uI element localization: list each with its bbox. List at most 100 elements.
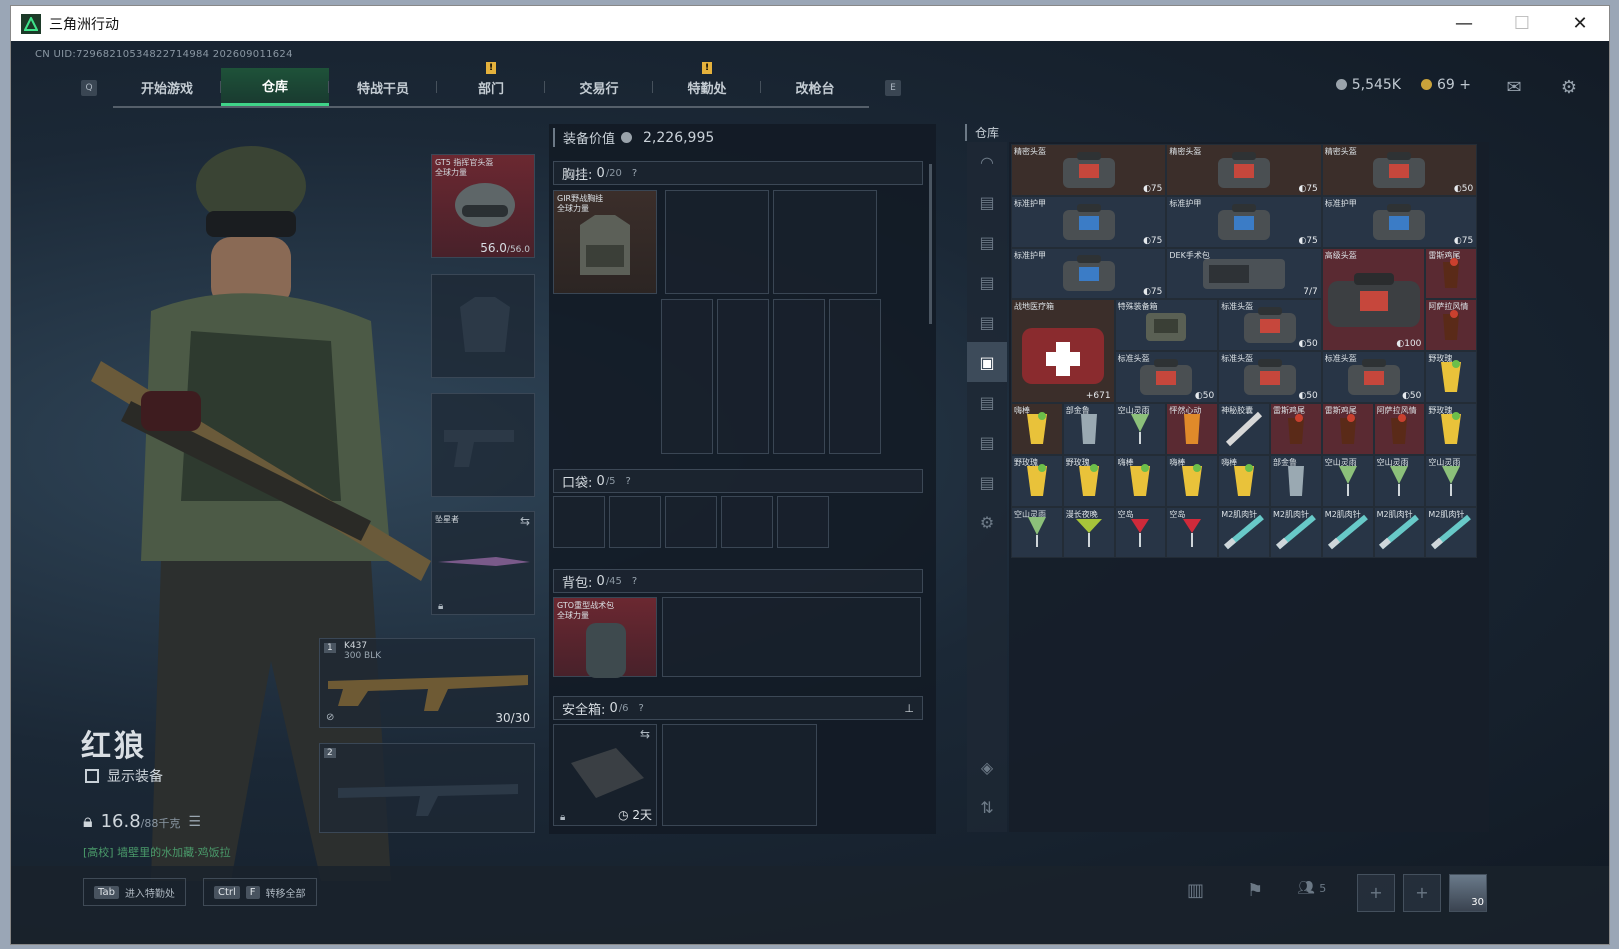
settings-gear-icon[interactable]: ⚙: [1557, 77, 1581, 98]
nav-tab-3[interactable]: 部门!: [437, 62, 545, 106]
category-3-icon[interactable]: ▤: [967, 262, 1007, 302]
warehouse-settings-icon[interactable]: ⚙: [967, 502, 1007, 542]
category-8-icon[interactable]: ▤: [967, 462, 1007, 502]
warehouse-item[interactable]: 空山灵雨: [1373, 454, 1426, 507]
secondary-weapon-slot[interactable]: 2: [319, 743, 535, 833]
warehouse-item[interactable]: 野玫瑰: [1425, 403, 1478, 455]
close-button[interactable]: ✕: [1551, 6, 1609, 41]
warehouse-item[interactable]: 标准头盔 ◐50: [1114, 351, 1219, 403]
warehouse-item[interactable]: DEK手术包 7/7: [1166, 247, 1322, 300]
backpack-storage[interactable]: [662, 597, 921, 677]
layers-icon[interactable]: ◈: [967, 747, 1007, 787]
warehouse-item[interactable]: 嗨棒: [1218, 454, 1270, 507]
warehouse-item[interactable]: 怦然心动: [1166, 403, 1219, 455]
warehouse-item[interactable]: 漫长夜晚: [1062, 506, 1115, 559]
category-helmet-icon[interactable]: ◠: [967, 142, 1007, 182]
warehouse-item[interactable]: 精密头盔 ◐75: [1166, 144, 1322, 196]
enter-special-ops-button[interactable]: Tab 进入特勤处: [83, 878, 186, 906]
warehouse-item[interactable]: 标准护甲 ◐75: [1166, 195, 1322, 248]
help-icon[interactable]: ?: [632, 168, 637, 179]
category-1-icon[interactable]: ▤: [967, 182, 1007, 222]
warehouse-item[interactable]: 嗨棒: [1011, 403, 1063, 455]
category-7-icon[interactable]: ▤: [967, 422, 1007, 462]
player-avatar[interactable]: 30: [1449, 874, 1487, 912]
nav-tab-5[interactable]: 特勤处!: [653, 62, 761, 106]
helmet-slot[interactable]: GT5 指挥官头盔 全球力量 56.0/56.0: [431, 154, 535, 258]
warehouse-item[interactable]: 标准护甲 ◐75: [1011, 247, 1167, 300]
chest-cell[interactable]: [773, 299, 825, 454]
warehouse-item[interactable]: 精密头盔 ◐75: [1011, 144, 1167, 196]
warehouse-item[interactable]: 野玫瑰: [1425, 351, 1478, 403]
maximize-button[interactable]: ☐: [1493, 6, 1551, 41]
warehouse-item[interactable]: 神秘胶囊: [1218, 403, 1270, 455]
invite-slot-2[interactable]: +: [1403, 874, 1441, 912]
swap-icon[interactable]: ⇆: [520, 514, 530, 528]
help-icon[interactable]: ?: [639, 703, 644, 714]
warehouse-item[interactable]: 嗨棒: [1166, 454, 1219, 507]
minimize-button[interactable]: —: [1435, 6, 1493, 41]
mail-icon[interactable]: ✉: [1502, 77, 1526, 98]
invite-slot-1[interactable]: +: [1357, 874, 1395, 912]
pocket-cell[interactable]: [553, 496, 605, 548]
warehouse-item[interactable]: 空山灵雨: [1114, 403, 1167, 455]
warehouse-item[interactable]: 雷斯鸡尾: [1270, 403, 1322, 455]
warehouse-item[interactable]: M2肌肉针: [1218, 506, 1270, 559]
warehouse-item[interactable]: 标准头盔 ◐50: [1218, 299, 1322, 352]
warehouse-item[interactable]: M2肌肉针: [1321, 506, 1374, 559]
warehouse-item[interactable]: 嗨棒: [1114, 454, 1167, 507]
loadout-scrollbar[interactable]: [929, 164, 932, 324]
show-equipment-checkbox[interactable]: [85, 769, 99, 783]
warehouse-item[interactable]: 标准头盔 ◐50: [1321, 351, 1426, 403]
warehouse-item[interactable]: 部金鲁: [1270, 454, 1322, 507]
warehouse-item[interactable]: 空岛: [1114, 506, 1167, 559]
nav-next-key[interactable]: E: [885, 80, 901, 96]
category-4-icon[interactable]: ▤: [967, 302, 1007, 342]
help-icon[interactable]: ?: [632, 576, 637, 587]
chest-cell[interactable]: [773, 190, 877, 294]
safebox-item[interactable]: ⇆ 🔒︎ ◷ 2天: [553, 724, 657, 826]
nav-tab-0[interactable]: 开始游戏: [113, 68, 221, 106]
category-6-icon[interactable]: ▤: [967, 382, 1007, 422]
transfer-all-button[interactable]: Ctrl F 转移全部: [203, 878, 317, 906]
help-icon[interactable]: ?: [626, 476, 631, 487]
warehouse-item[interactable]: M2肌肉针: [1270, 506, 1322, 559]
category-2-icon[interactable]: ▤: [967, 222, 1007, 262]
warehouse-item[interactable]: 空山灵雨: [1321, 454, 1374, 507]
nav-tab-6[interactable]: 改枪台: [761, 68, 869, 106]
pistol-slot[interactable]: [431, 393, 535, 497]
warehouse-item[interactable]: 空山灵雨: [1425, 454, 1478, 507]
pin-icon[interactable]: ⊥: [904, 702, 914, 715]
warehouse-item[interactable]: 空山灵雨: [1011, 506, 1063, 559]
warehouse-item[interactable]: 阿萨拉风情: [1373, 403, 1426, 455]
warehouse-item[interactable]: 高级头盔 ◐100: [1321, 247, 1426, 352]
chest-rig-item[interactable]: GIR野战胸挂 全球力量: [553, 190, 657, 294]
nav-tab-1[interactable]: 仓库: [221, 68, 329, 106]
sort-icon[interactable]: ⇅: [967, 787, 1007, 827]
weight-details-icon[interactable]: ☰: [188, 814, 201, 830]
primary-weapon-slot[interactable]: 1 K437 300 BLK ⊘ 30/30: [319, 638, 535, 728]
warehouse-item[interactable]: 野玫瑰: [1011, 454, 1063, 507]
chest-cell[interactable]: [717, 299, 769, 454]
chest-cell[interactable]: [665, 190, 769, 294]
nav-tab-4[interactable]: 交易行: [545, 68, 653, 106]
show-equipment-toggle[interactable]: 显示装备: [85, 766, 163, 786]
melee-slot[interactable]: 坠星者 ⇆ 🔒︎: [431, 511, 535, 615]
warehouse-item[interactable]: 特殊装备箱: [1114, 299, 1219, 352]
pocket-cell[interactable]: [609, 496, 661, 548]
safebox-swap-icon[interactable]: ⇆: [640, 727, 650, 741]
warehouse-item[interactable]: 标准护甲 ◐75: [1321, 195, 1478, 248]
warehouse-item[interactable]: M2肌肉针: [1425, 506, 1478, 559]
pocket-cell[interactable]: [665, 496, 717, 548]
warehouse-item[interactable]: 标准头盔 ◐50: [1218, 351, 1322, 403]
warehouse-item[interactable]: 雷斯鸡尾: [1425, 247, 1478, 300]
chest-cell[interactable]: [829, 299, 881, 454]
warehouse-item[interactable]: 雷斯鸡尾: [1321, 403, 1374, 455]
warehouse-item[interactable]: 野玫瑰: [1062, 454, 1115, 507]
pocket-cell[interactable]: [721, 496, 773, 548]
warehouse-item[interactable]: 精密头盔 ◐50: [1321, 144, 1478, 196]
stats-icon[interactable]: ▥: [1187, 880, 1204, 901]
warehouse-item[interactable]: M2肌肉针: [1373, 506, 1426, 559]
armor-slot[interactable]: [431, 274, 535, 378]
warehouse-item[interactable]: 部金鲁: [1062, 403, 1115, 455]
pocket-cell[interactable]: [777, 496, 829, 548]
